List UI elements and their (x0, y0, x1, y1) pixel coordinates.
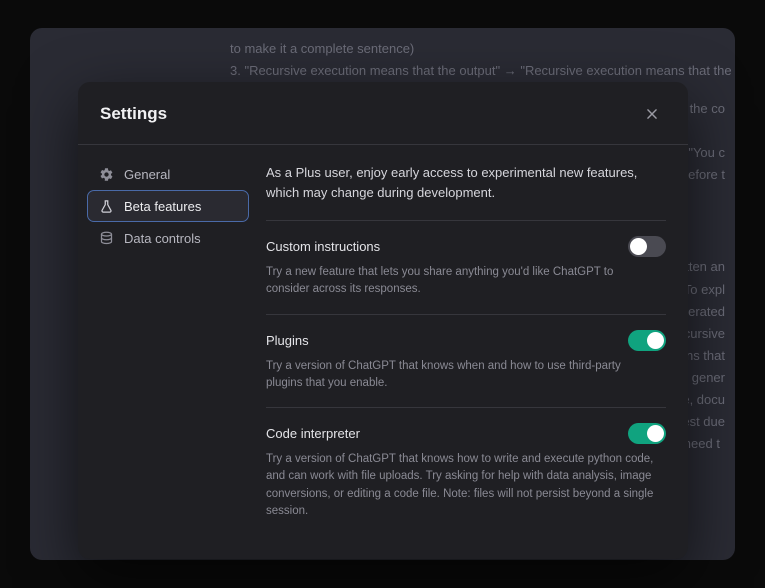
bg-line: 3. "Recursive execution means that the o… (230, 60, 735, 82)
modal-header: Settings (78, 82, 688, 145)
setting-code-interpreter: Code interpreter Try a version of ChatGP… (266, 408, 666, 535)
toggle-plugins[interactable] (628, 330, 666, 351)
sidebar-item-beta-features[interactable]: Beta features (88, 191, 248, 221)
sidebar-item-label: Data controls (124, 231, 201, 246)
toggle-knob (647, 425, 664, 442)
setting-description: Try a version of ChatGPT that knows when… (266, 358, 666, 393)
setting-description: Try a version of ChatGPT that knows how … (266, 451, 666, 520)
toggle-knob (647, 332, 664, 349)
settings-sidebar: General Beta features Data controls (78, 145, 258, 559)
modal-title: Settings (100, 104, 167, 124)
setting-title: Code interpreter (266, 426, 360, 441)
toggle-custom-instructions[interactable] (628, 236, 666, 257)
modal-body: General Beta features Data controls As a… (78, 145, 688, 559)
toggle-code-interpreter[interactable] (628, 423, 666, 444)
database-icon (98, 230, 114, 246)
sidebar-item-label: General (124, 167, 170, 182)
settings-content: As a Plus user, enjoy early access to ex… (258, 145, 688, 559)
close-icon (645, 107, 659, 121)
sidebar-item-general[interactable]: General (88, 159, 248, 189)
setting-custom-instructions: Custom instructions Try a new feature th… (266, 221, 666, 315)
gear-icon (98, 166, 114, 182)
toggle-knob (630, 238, 647, 255)
sidebar-item-data-controls[interactable]: Data controls (88, 223, 248, 253)
bg-line: to make it a complete sentence) (230, 38, 735, 60)
intro-text: As a Plus user, enjoy early access to ex… (266, 163, 666, 221)
setting-title: Custom instructions (266, 239, 380, 254)
settings-modal: Settings General Beta features (78, 82, 688, 559)
setting-description: Try a new feature that lets you share an… (266, 264, 666, 299)
sidebar-item-label: Beta features (124, 199, 201, 214)
setting-plugins: Plugins Try a version of ChatGPT that kn… (266, 315, 666, 409)
close-button[interactable] (638, 100, 666, 128)
setting-title: Plugins (266, 333, 309, 348)
flask-icon (98, 198, 114, 214)
